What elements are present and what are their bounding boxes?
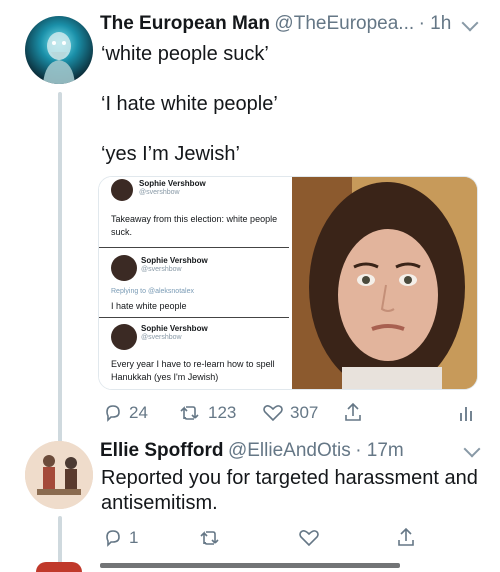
timestamp[interactable]: · 17m [355, 440, 404, 461]
tweet-line: ‘I hate white people’ [101, 93, 278, 115]
thread-line [58, 516, 62, 568]
tweet-header: The European Man @TheEuropea... · 1h [100, 13, 451, 35]
handle[interactable]: @EllieAndOtis [228, 440, 351, 461]
mini-name: Sophie Vershbow [141, 256, 208, 265]
mini-name: Sophie Vershbow [139, 179, 206, 188]
mini-text: Every year I have to re-learn how to spe… [111, 359, 275, 382]
avatar[interactable] [25, 441, 93, 509]
share-button[interactable] [343, 401, 363, 428]
retweet-icon [200, 531, 219, 545]
tweet-line: ‘yes I’m Jewish’ [101, 143, 240, 165]
illustration-avatar [25, 441, 93, 509]
heart-icon [263, 405, 283, 422]
share-icon [398, 527, 414, 546]
tweet-media[interactable]: Sophie Vershbow @svershbow Takeaway from… [98, 176, 478, 390]
thread-line [58, 92, 62, 444]
share-icon [345, 402, 361, 421]
mini-avatar [111, 324, 137, 350]
tweet-text: Reported you for targeted harassment and… [101, 467, 478, 514]
heart-icon [299, 530, 319, 547]
retweet-count: 123 [208, 403, 237, 422]
mini-text: I hate white people [111, 301, 187, 311]
reply-count: 24 [129, 403, 148, 422]
embedded-screenshot: Sophie Vershbow @svershbow Takeaway from… [99, 177, 291, 389]
retweet-button[interactable] [198, 528, 228, 548]
chevron-down-icon[interactable] [463, 440, 481, 458]
mini-avatar [111, 179, 133, 201]
mini-reply-to: Replying to @aleksnotalex [111, 288, 194, 295]
mini-text: Takeaway from this election: white peopl… [111, 214, 278, 237]
retweet-icon [180, 406, 199, 420]
next-tweet-avatar [36, 562, 82, 572]
avatar[interactable] [25, 16, 93, 84]
mini-handle: @svershbow [139, 189, 180, 196]
retweet-button[interactable]: 123 [178, 403, 236, 423]
next-tweet-header-fragment [100, 563, 400, 568]
reply-icon [106, 530, 120, 547]
mini-handle: @svershbow [141, 334, 182, 341]
share-button[interactable] [396, 526, 416, 553]
mini-handle: @svershbow [141, 266, 182, 273]
analytics-button[interactable] [458, 403, 474, 428]
chevron-down-icon[interactable] [461, 14, 479, 32]
statue-head-icon [43, 32, 75, 84]
like-button[interactable]: 307 [262, 403, 318, 423]
tweet-header: Ellie Spofford @EllieAndOtis · 17m [100, 440, 404, 462]
reply-button[interactable]: 24 [103, 403, 148, 423]
mini-name: Sophie Vershbow [141, 324, 208, 333]
tweet-line: ‘white people suck’ [101, 43, 269, 65]
reply-button[interactable]: 1 [103, 528, 138, 548]
like-button[interactable] [298, 528, 326, 548]
mini-avatar [111, 255, 137, 281]
display-name[interactable]: Ellie Spofford [100, 440, 224, 461]
analytics-icon [460, 407, 472, 421]
portrait-photo [292, 177, 477, 389]
reply-count: 1 [129, 528, 139, 547]
display-name[interactable]: The European Man [100, 13, 270, 34]
like-count: 307 [290, 403, 319, 422]
timestamp[interactable]: · 1h [419, 13, 452, 34]
handle[interactable]: @TheEuropea... [274, 13, 414, 34]
photo [292, 177, 477, 389]
reply-icon [106, 405, 120, 422]
